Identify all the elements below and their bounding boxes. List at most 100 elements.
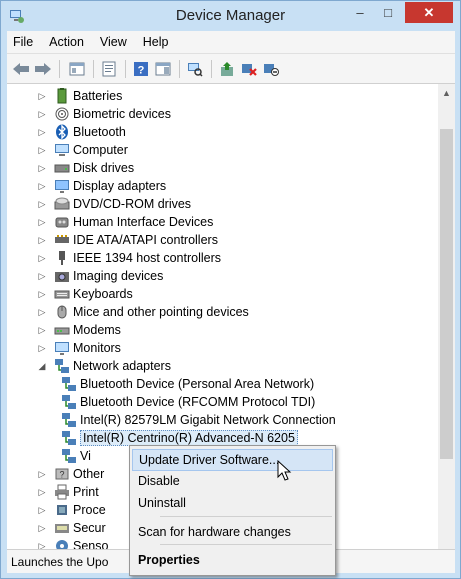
tree-item-label: Monitors <box>73 341 121 355</box>
scroll-up-arrow-icon[interactable]: ▲ <box>438 84 455 101</box>
tree-child-item[interactable]: Vi <box>55 447 91 465</box>
collapsed-arrow-icon[interactable]: ▷ <box>36 469 48 480</box>
collapsed-arrow-icon[interactable]: ▷ <box>36 487 48 498</box>
tree-item-label: IEEE 1394 host controllers <box>73 251 221 265</box>
close-button[interactable]: ✕ <box>405 2 453 23</box>
collapsed-arrow-icon[interactable]: ▷ <box>36 199 48 210</box>
network-icon <box>61 448 77 464</box>
menu-item-update-driver-software[interactable]: Update Driver Software... <box>132 449 333 471</box>
tree-category-item[interactable]: ▷? Other <box>36 465 105 483</box>
title-bar[interactable]: Device Manager – □ ✕ <box>1 1 460 31</box>
scan-hardware-icon[interactable] <box>185 59 205 79</box>
collapsed-arrow-icon[interactable]: ▷ <box>36 523 48 534</box>
tree-category-item[interactable]: ▷ Print <box>36 483 99 501</box>
collapsed-arrow-icon[interactable]: ▷ <box>36 217 48 228</box>
tree-category-item[interactable]: ◢ Network adapters <box>36 357 171 375</box>
maximize-button[interactable]: □ <box>374 2 402 23</box>
tree-child-item[interactable]: Bluetooth Device (RFCOMM Protocol TDI) <box>55 393 315 411</box>
collapsed-arrow-icon[interactable]: ▷ <box>36 181 48 192</box>
menu-action[interactable]: Action <box>41 35 92 49</box>
collapsed-arrow-icon[interactable]: ▷ <box>36 289 48 300</box>
scrollbar-thumb[interactable] <box>440 129 453 459</box>
collapsed-arrow-icon[interactable]: ▷ <box>36 505 48 516</box>
tree-category-item[interactable]: ▷ Imaging devices <box>36 267 164 285</box>
update-driver-icon[interactable] <box>217 59 237 79</box>
menu-item-disable[interactable]: Disable <box>132 470 333 492</box>
collapsed-arrow-icon[interactable]: ▷ <box>36 325 48 336</box>
menu-view[interactable]: View <box>92 35 135 49</box>
tree-category-item[interactable]: ▷ Monitors <box>36 339 121 357</box>
tree-category-item[interactable]: ▷ Computer <box>36 141 128 159</box>
camera-icon <box>54 268 70 284</box>
tree-item-label: Human Interface Devices <box>73 215 214 229</box>
minimize-button[interactable]: – <box>346 2 374 23</box>
network-icon <box>61 412 77 428</box>
tree-category-item[interactable]: ▷ Proce <box>36 501 106 519</box>
toolbar-separator <box>211 60 212 78</box>
tree-category-item[interactable]: ▷ Batteries <box>36 87 122 105</box>
context-menu-separator <box>160 516 332 517</box>
tree-child-item[interactable]: Intel(R) 82579LM Gigabit Network Connect… <box>55 411 336 429</box>
forward-arrow-icon[interactable] <box>33 59 53 79</box>
tree-category-item[interactable]: ▷ DVD/CD-ROM drives <box>36 195 192 213</box>
expanded-arrow-icon[interactable]: ◢ <box>36 361 48 372</box>
disable-icon[interactable] <box>261 59 281 79</box>
toolbar-separator <box>93 60 94 78</box>
help-icon[interactable]: ? <box>131 59 151 79</box>
tree-category-item[interactable]: ▷ Bluetooth <box>36 123 126 141</box>
tree-category-item[interactable]: ▷ Human Interface Devices <box>36 213 214 231</box>
collapsed-arrow-icon[interactable]: ▷ <box>36 307 48 318</box>
collapsed-arrow-icon[interactable]: ▷ <box>36 145 48 156</box>
collapsed-arrow-icon[interactable]: ▷ <box>36 343 48 354</box>
tree-item-label: Display adapters <box>73 179 167 193</box>
network-icon <box>61 376 77 392</box>
tree-item-label: Secur <box>73 521 106 535</box>
uninstall-icon[interactable] <box>239 59 259 79</box>
vertical-scrollbar[interactable]: ▲ <box>438 84 455 549</box>
tree-item-label: Batteries <box>73 89 123 103</box>
ide-icon <box>54 232 70 248</box>
console-tree-icon[interactable] <box>67 59 87 79</box>
modem-icon <box>54 322 70 338</box>
collapsed-arrow-icon[interactable]: ▷ <box>36 163 48 174</box>
tree-item-label: Print <box>73 485 99 499</box>
menu-file[interactable]: File <box>7 35 41 49</box>
tree-category-item[interactable]: ▷ Biometric devices <box>36 105 171 123</box>
back-arrow-icon[interactable] <box>11 59 31 79</box>
collapsed-arrow-icon[interactable]: ▷ <box>36 127 48 138</box>
collapsed-arrow-icon[interactable]: ▷ <box>36 271 48 282</box>
collapsed-arrow-icon[interactable]: ▷ <box>36 253 48 264</box>
tree-item-label: IDE ATA/ATAPI controllers <box>73 233 218 247</box>
tree-category-item[interactable]: ▷ Secur <box>36 519 106 537</box>
menu-item-properties[interactable]: Properties <box>132 549 333 571</box>
menu-help[interactable]: Help <box>135 35 177 49</box>
tree-item-label: Biometric devices <box>73 107 171 121</box>
properties-icon[interactable] <box>99 59 119 79</box>
tree-category-item[interactable]: ▷ Modems <box>36 321 121 339</box>
collapsed-arrow-icon[interactable]: ▷ <box>36 109 48 120</box>
collapsed-arrow-icon[interactable]: ▷ <box>36 91 48 102</box>
tree-category-item[interactable]: ▷ Mice and other pointing devices <box>36 303 249 321</box>
tree-item-label: Mice and other pointing devices <box>73 305 249 319</box>
menu-bar: File Action View Help <box>7 31 455 53</box>
svg-text:?: ? <box>59 470 64 480</box>
menu-item-scan-for-hardware-changes[interactable]: Scan for hardware changes <box>132 521 333 543</box>
tree-category-item[interactable]: ▷ Display adapters <box>36 177 166 195</box>
display-icon <box>54 178 70 194</box>
show-hide-icon[interactable] <box>153 59 173 79</box>
keyboard-icon <box>54 286 70 302</box>
collapsed-arrow-icon[interactable]: ▷ <box>36 541 48 550</box>
toolbar-separator <box>179 60 180 78</box>
tree-category-item[interactable]: ▷ Senso <box>36 537 108 549</box>
tree-category-item[interactable]: ▷ Disk drives <box>36 159 135 177</box>
tree-category-item[interactable]: ▷ IEEE 1394 host controllers <box>36 249 221 267</box>
tree-category-item[interactable]: ▷ IDE ATA/ATAPI controllers <box>36 231 218 249</box>
tree-item-label: Imaging devices <box>73 269 164 283</box>
tree-item-label: Bluetooth <box>73 125 126 139</box>
tree-child-item[interactable]: Bluetooth Device (Personal Area Network) <box>55 375 314 393</box>
tree-category-item[interactable]: ▷ Keyboards <box>36 285 133 303</box>
collapsed-arrow-icon[interactable]: ▷ <box>36 235 48 246</box>
menu-item-uninstall[interactable]: Uninstall <box>132 492 333 514</box>
svg-text:?: ? <box>138 65 145 77</box>
context-menu: Update Driver Software... Disable Uninstal… <box>129 445 336 576</box>
